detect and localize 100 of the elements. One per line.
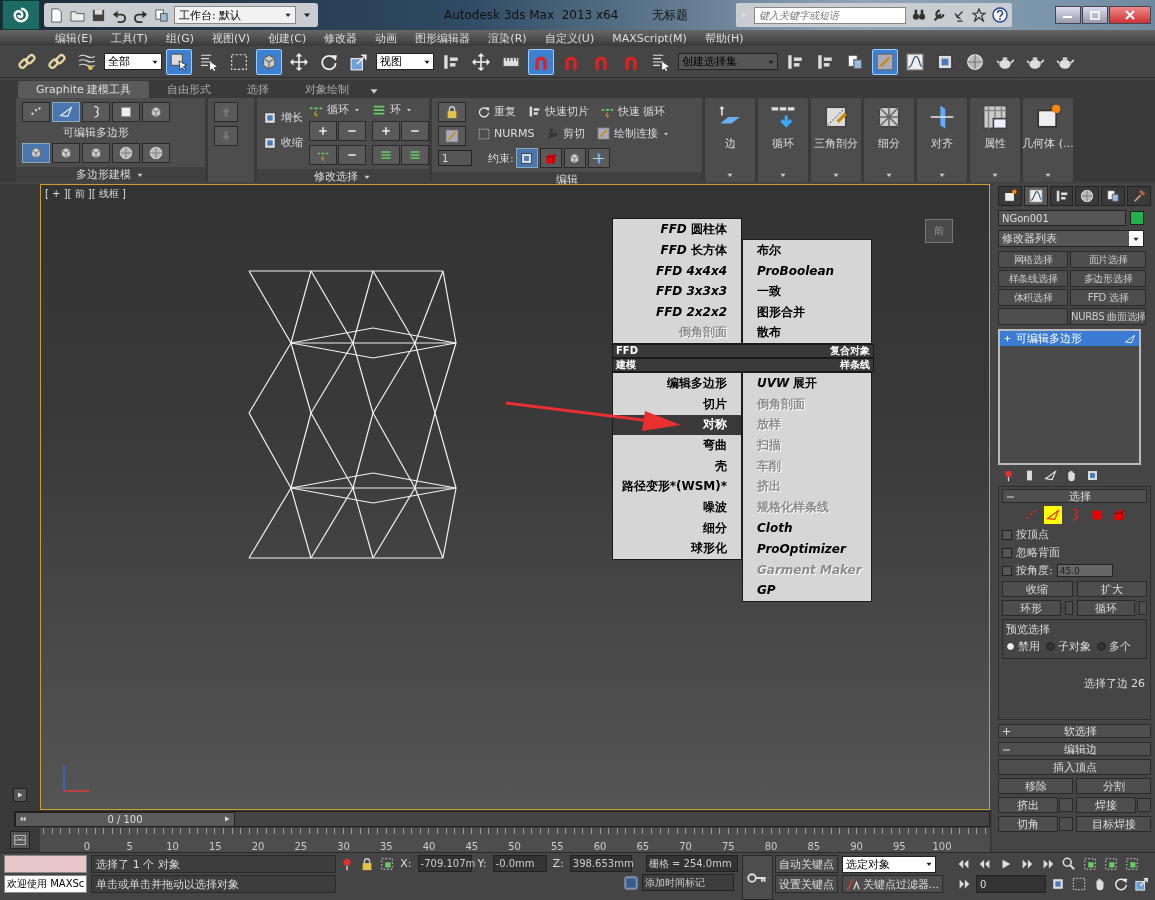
menu-item[interactable]: 一致	[743, 281, 871, 302]
menu-item[interactable]: 布尔	[743, 239, 871, 261]
menu-item[interactable]: 编辑(E)	[46, 30, 102, 46]
modifier-set-button[interactable]: 多边形选择	[1070, 270, 1146, 287]
modifier-list-dropdown[interactable]: 修改器列表	[998, 230, 1144, 247]
menu-item[interactable]: FFD 2x2x2	[613, 301, 741, 323]
rollout-header[interactable]: 编辑边	[998, 742, 1151, 756]
frame-indicator-button[interactable]: 0 / 100	[15, 811, 235, 827]
cut-button[interactable]: 剪切	[546, 126, 586, 141]
menu-item[interactable]: FFD 圆柱体	[613, 219, 741, 240]
time-tag-field[interactable]: 添加时间标记	[641, 874, 734, 891]
selection-button[interactable]: 环形	[1002, 600, 1061, 616]
auto-key-button[interactable]: 自动关键点	[774, 855, 838, 873]
menu-item[interactable]: ProBoolean	[743, 260, 871, 282]
coordinate-field[interactable]: -0.0mm	[492, 855, 547, 872]
set-key-button[interactable]: 设置关键点	[774, 875, 838, 893]
edit-edge-button[interactable]: 移除	[998, 778, 1073, 794]
modifier-set-button[interactable]: 体积选择	[998, 289, 1068, 306]
ribbon-tool-button[interactable]: 三角剖分	[811, 98, 861, 182]
repeat-button[interactable]: 重复	[478, 104, 516, 119]
ribbon-tool-button[interactable]: 细分	[864, 98, 914, 182]
rollout-header[interactable]: 软选择	[998, 724, 1151, 738]
edit-edge-button[interactable]: 分割	[1076, 778, 1151, 794]
modifier-set-button[interactable]: 面片选择	[1070, 251, 1146, 268]
menu-item[interactable]: 组(G)	[156, 30, 203, 46]
toolbar-dropdown[interactable]: 全部	[104, 53, 162, 70]
ribbon-tool-button[interactable]: 边	[705, 98, 755, 182]
ribbon-tab[interactable]: 对象绘制	[287, 81, 368, 98]
ribbon-tool-button[interactable]: 属性	[970, 98, 1020, 182]
stack-item[interactable]: 可编辑多边形	[1000, 331, 1139, 346]
quick-loop-button[interactable]: 快速 循环	[601, 104, 666, 119]
menu-item[interactable]: FFD 长方体	[613, 239, 741, 261]
rollout-header[interactable]: 选择	[1002, 489, 1147, 503]
quick-slice-button[interactable]: 快速切片	[528, 104, 589, 119]
menu-item[interactable]: 动画	[366, 30, 407, 46]
menu-item[interactable]: 路径变形*(WSM)*	[613, 476, 741, 498]
ribbon-tab[interactable]: 选择	[229, 81, 288, 98]
menu-item[interactable]: 球形化	[613, 538, 741, 560]
loop-button[interactable]: 循环	[309, 102, 366, 117]
menu-item[interactable]: ProOptimizer	[743, 538, 871, 560]
selection-button[interactable]: 循环	[1076, 600, 1135, 616]
modifier-set-button[interactable]: 网格选择	[998, 251, 1068, 268]
menu-item[interactable]: FFD 3x3x3	[613, 281, 741, 302]
menu-item[interactable]: GP	[743, 580, 871, 601]
panel-title: 编辑	[556, 172, 578, 187]
modifier-set-button[interactable]: NURBS 曲面选择	[1070, 308, 1146, 325]
menu-item[interactable]: Cloth	[743, 517, 871, 539]
menu-item[interactable]: 帮助(H)	[695, 30, 753, 46]
key-filters-button[interactable]: 关键点过滤器...	[841, 875, 943, 893]
constraints-label: 约束:	[488, 150, 514, 166]
coordinate-field[interactable]: 398.653mm	[569, 855, 632, 872]
menu-item[interactable]: MAXScript(M)	[603, 31, 696, 45]
ribbon-tool-button[interactable]: 对齐	[917, 98, 967, 182]
menu-item[interactable]: 渲染(R)	[479, 30, 536, 46]
search-field[interactable]: 键入关键字或短语	[754, 6, 907, 24]
menu-item[interactable]: 图形合并	[743, 301, 871, 323]
menu-item[interactable]: 修改器	[315, 30, 367, 46]
paint-connect-button[interactable]: 绘制连接	[597, 126, 671, 141]
nurms-button[interactable]: NURMS	[478, 127, 535, 140]
menu-item[interactable]: FFD 4x4x4	[613, 260, 741, 282]
modifier-set-button[interactable]: 样条线选择	[998, 270, 1068, 287]
ring-button[interactable]: 环	[372, 102, 429, 117]
object-name-field[interactable]: NGon001	[998, 210, 1126, 226]
window-title: Autodesk 3ds Max 2013 x64	[444, 8, 619, 22]
frame-field[interactable]: 0	[976, 875, 1046, 893]
key-mode-dropdown[interactable]: 选定对象	[841, 855, 936, 873]
menu-item[interactable]: 自定义(U)	[535, 30, 604, 46]
edit-edge-button[interactable]: 目标焊接	[1076, 816, 1151, 832]
ribbon-tab[interactable]: Graphite 建模工具	[18, 81, 150, 98]
track-bar[interactable]: 0 5 10 15 20 25 30 35 40 45 50 55 60 65 70 75 80 85 90 95 100	[40, 828, 990, 852]
menu-item[interactable]: 图形编辑器	[406, 30, 480, 46]
edit-edge-button[interactable]: 切角	[998, 816, 1058, 832]
menu-item[interactable]: 细分	[613, 517, 741, 539]
viewport-label[interactable]: [ + ][ 前 ][ 线框 ]	[45, 187, 126, 201]
ribbon-tool-button[interactable]: 循环	[758, 98, 808, 182]
menu-item[interactable]: 切片	[613, 393, 741, 415]
toolbar-dropdown[interactable]: 视图	[376, 53, 434, 70]
edit-edge-button[interactable]: 焊接	[1076, 797, 1136, 813]
ribbon-tool-button[interactable]: 几何体 (...	[1023, 98, 1073, 182]
number-spinner[interactable]: 1	[438, 150, 472, 166]
menu-item[interactable]: 弯曲	[613, 435, 741, 456]
workspace-dropdown[interactable]: 工作台: 默认	[174, 6, 296, 24]
menu-item[interactable]: 工具(T)	[101, 30, 157, 46]
edit-edge-button[interactable]: 插入顶点	[998, 759, 1151, 775]
shrink-button[interactable]: 收缩	[263, 135, 303, 150]
menu-header: 建模 样条线	[612, 358, 874, 373]
menu-item[interactable]: 编辑多边形	[613, 373, 741, 394]
edit-edge-button[interactable]: 挤出	[998, 797, 1058, 813]
menu-item[interactable]: 噪波	[613, 497, 741, 518]
menu-item[interactable]: 视图(V)	[202, 30, 260, 46]
time-track[interactable]: 0 / 100	[14, 811, 990, 827]
modifier-set-button[interactable]: FFD 选择	[1070, 289, 1146, 306]
grow-button[interactable]: 增长	[263, 110, 303, 125]
menu-item[interactable]: 壳	[613, 455, 741, 477]
menu-item[interactable]: UVW 展开	[743, 373, 871, 394]
selection-button[interactable]: 扩大	[1076, 581, 1147, 597]
ribbon-tab[interactable]: 自由形式	[149, 81, 230, 98]
menu-item[interactable]: 散布	[743, 322, 871, 344]
selection-button[interactable]: 收缩	[1002, 581, 1073, 597]
menu-item[interactable]: 创建(C)	[259, 30, 316, 46]
